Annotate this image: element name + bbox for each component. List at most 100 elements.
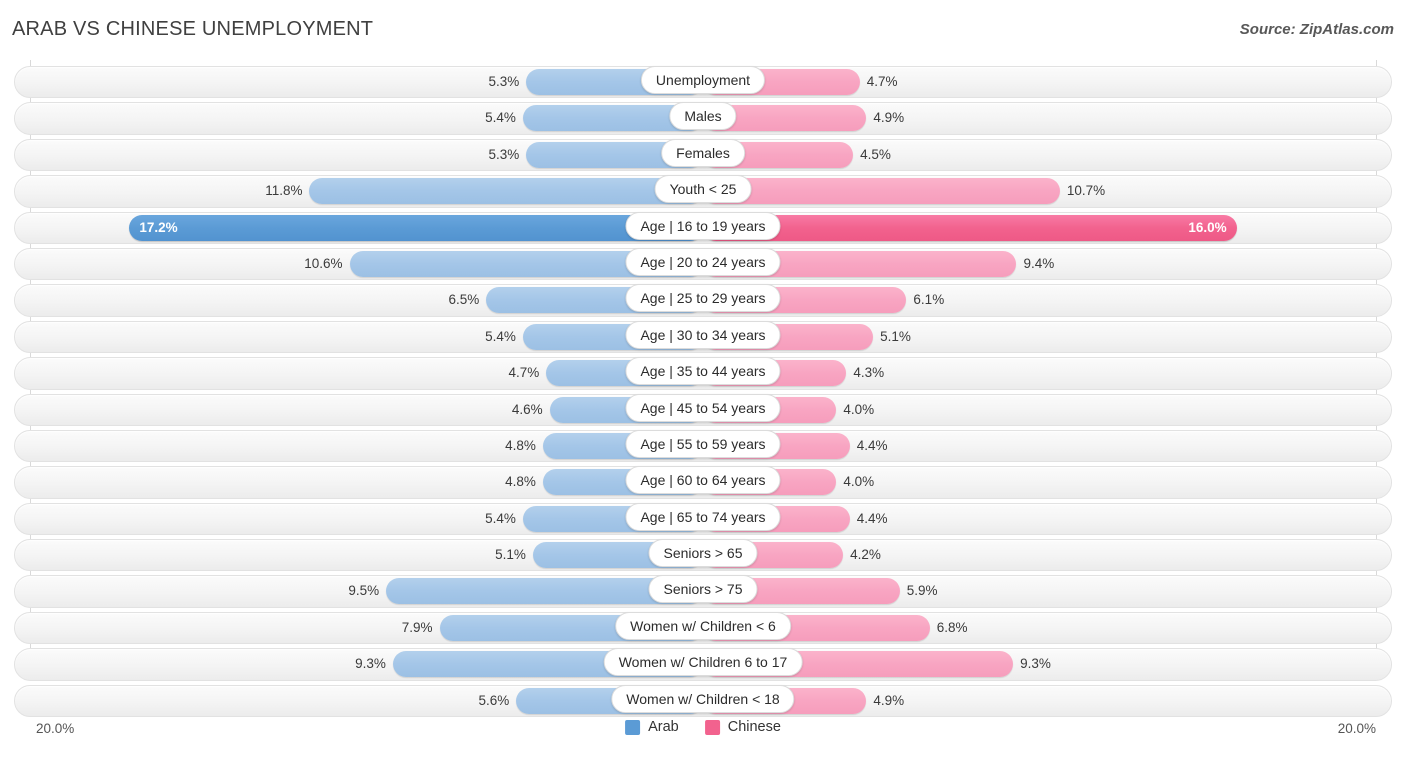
arab-bar-area: 5.4%: [36, 105, 703, 132]
arab-value-label: 5.1%: [495, 547, 526, 563]
arab-value-label: 6.5%: [448, 292, 480, 308]
arab-bar-area: 17.2%: [36, 214, 703, 241]
category-label[interactable]: Age | 60 to 64 years: [625, 466, 781, 495]
axis-max-label: 20.0%: [1337, 721, 1376, 736]
category-label[interactable]: Age | 25 to 29 years: [625, 284, 781, 313]
category-label[interactable]: Youth < 25: [654, 175, 752, 204]
category-label[interactable]: Unemployment: [640, 66, 766, 94]
table-row[interactable]: 5.4% 4.9% Males: [0, 100, 1406, 136]
category-label[interactable]: Women w/ Children 6 to 17: [603, 648, 803, 677]
category-label[interactable]: Age | 35 to 44 years: [625, 357, 781, 386]
category-label[interactable]: Women w/ Children < 18: [611, 684, 795, 713]
category-label[interactable]: Age | 16 to 19 years: [625, 211, 781, 240]
chinese-value-label: 4.9%: [873, 692, 905, 708]
chinese-bar-area: 4.4%: [703, 505, 1370, 532]
arab-value-label: 17.2%: [139, 219, 178, 235]
arab-bar-area: 5.4%: [36, 323, 703, 350]
chart-footer: 20.0% 20.0% Arab Chinese: [0, 717, 1406, 747]
arab-bar-area: 5.3%: [36, 69, 703, 95]
page-header: ARAB VS CHINESE UNEMPLOYMENT Source: Zip…: [0, 0, 1406, 60]
chinese-bar[interactable]: 16.0%: [703, 214, 1237, 241]
table-row[interactable]: 7.9% 6.8% Women w/ Children < 6: [0, 610, 1406, 646]
chinese-bar-area: 5.1%: [703, 323, 1370, 350]
chinese-value-label: 4.2%: [850, 547, 881, 563]
chinese-value-label: 4.7%: [866, 74, 898, 89]
table-row[interactable]: 5.1% 4.2% Seniors > 65: [0, 537, 1406, 573]
chinese-value-label: 5.9%: [906, 583, 938, 599]
table-row[interactable]: 9.5% 5.9% Seniors > 75: [0, 573, 1406, 609]
arab-value-label: 4.8%: [505, 474, 536, 490]
category-label[interactable]: Seniors > 65: [648, 539, 758, 568]
arab-bar-area: 6.5%: [36, 287, 703, 314]
chinese-bar-area: 4.4%: [703, 432, 1370, 459]
arab-bar-area: 4.8%: [36, 469, 703, 496]
chinese-value-label: 4.3%: [853, 365, 885, 381]
table-row[interactable]: 4.8% 4.0% Age | 60 to 64 years: [0, 464, 1406, 500]
table-row[interactable]: 4.8% 4.4% Age | 55 to 59 years: [0, 428, 1406, 464]
table-row[interactable]: 11.8% 10.7% Youth < 25: [0, 173, 1406, 209]
arab-value-label: 5.3%: [488, 74, 520, 89]
chinese-value-label: 4.4%: [856, 437, 888, 453]
arab-value-label: 5.4%: [485, 328, 516, 344]
arab-bar-area: 11.8%: [36, 178, 703, 205]
chinese-bar[interactable]: 10.7%: [703, 178, 1105, 205]
chinese-value-label: 9.3%: [1020, 656, 1051, 672]
table-row[interactable]: 5.4% 5.1% Age | 30 to 34 years: [0, 319, 1406, 355]
chart-page: ARAB VS CHINESE UNEMPLOYMENT Source: Zip…: [0, 0, 1406, 757]
diverging-bar-chart: 5.3% 4.7% Unemployment 5.4% 4.9% Males 5.3% 4.5…: [0, 60, 1406, 720]
arab-value-label: 5.6%: [478, 692, 510, 708]
arab-value-label: 5.3%: [488, 146, 520, 162]
arab-value-label: 9.5%: [348, 583, 380, 599]
legend-swatch-chinese-icon: [704, 719, 720, 735]
arab-bar-area: 5.3%: [36, 141, 703, 168]
chinese-bar-area: 6.1%: [703, 287, 1370, 314]
chinese-bar-area: 4.0%: [703, 396, 1370, 423]
arab-value-label: 7.9%: [401, 619, 433, 635]
table-row[interactable]: 5.4% 4.4% Age | 65 to 74 years: [0, 501, 1406, 537]
category-label[interactable]: Age | 65 to 74 years: [625, 502, 781, 531]
chart-rows: 5.3% 4.7% Unemployment 5.4% 4.9% Males 5.3% 4.5…: [0, 64, 1406, 719]
arab-bar[interactable]: 17.2%: [129, 214, 703, 241]
chinese-bar-area: 10.7%: [703, 178, 1370, 205]
category-label[interactable]: Women w/ Children < 6: [615, 611, 791, 640]
legend-item-chinese[interactable]: Chinese: [704, 719, 781, 735]
arab-value-label: 5.4%: [485, 110, 516, 126]
table-row[interactable]: 17.2% 16.0% Age | 16 to 19 years: [0, 210, 1406, 246]
table-row[interactable]: 10.6% 9.4% Age | 20 to 24 years: [0, 246, 1406, 282]
category-label[interactable]: Age | 20 to 24 years: [625, 247, 781, 276]
table-row[interactable]: 4.7% 4.3% Age | 35 to 44 years: [0, 355, 1406, 391]
arab-bar-area: 4.8%: [36, 432, 703, 459]
arab-value-label: 4.6%: [511, 401, 543, 417]
category-label[interactable]: Age | 55 to 59 years: [625, 429, 781, 458]
arab-value-label: 11.8%: [265, 183, 303, 199]
table-row[interactable]: 5.3% 4.7% Unemployment: [0, 64, 1406, 100]
category-label[interactable]: Females: [661, 138, 745, 167]
legend-label-arab: Arab: [648, 719, 679, 735]
chinese-bar-area: 4.5%: [703, 141, 1370, 168]
legend-swatch-arab-icon: [625, 719, 641, 735]
category-label[interactable]: Age | 30 to 34 years: [625, 320, 781, 349]
arab-bar[interactable]: 11.8%: [265, 178, 703, 205]
table-row[interactable]: 6.5% 6.1% Age | 25 to 29 years: [0, 282, 1406, 318]
chinese-value-label: 4.0%: [843, 474, 875, 490]
chinese-bar-area: 9.4%: [703, 250, 1370, 277]
category-label[interactable]: Seniors > 75: [648, 575, 758, 604]
category-label[interactable]: Males: [669, 102, 737, 131]
arab-value-label: 5.4%: [485, 510, 516, 526]
table-row[interactable]: 4.6% 4.0% Age | 45 to 54 years: [0, 392, 1406, 428]
table-row[interactable]: 5.3% 4.5% Females: [0, 137, 1406, 173]
chinese-value-label: 9.4%: [1023, 255, 1055, 271]
chart-legend: Arab Chinese: [625, 719, 781, 735]
chinese-bar-area: 4.2%: [703, 542, 1370, 569]
table-row[interactable]: 5.6% 4.9% Women w/ Children < 18: [0, 683, 1406, 719]
arab-value-label: 10.6%: [304, 255, 343, 271]
category-label[interactable]: Age | 45 to 54 years: [625, 393, 781, 422]
arab-bar-area: 4.6%: [36, 396, 703, 423]
arab-bar-area: 5.4%: [36, 505, 703, 532]
arab-bar-area: 5.6%: [36, 687, 703, 714]
legend-item-arab[interactable]: Arab: [625, 719, 679, 735]
arab-bar-area: 10.6%: [36, 250, 703, 277]
arab-bar-area: 5.1%: [36, 542, 703, 569]
table-row[interactable]: 9.3% 9.3% Women w/ Children 6 to 17: [0, 646, 1406, 682]
chinese-value-label: 16.0%: [1188, 219, 1227, 235]
